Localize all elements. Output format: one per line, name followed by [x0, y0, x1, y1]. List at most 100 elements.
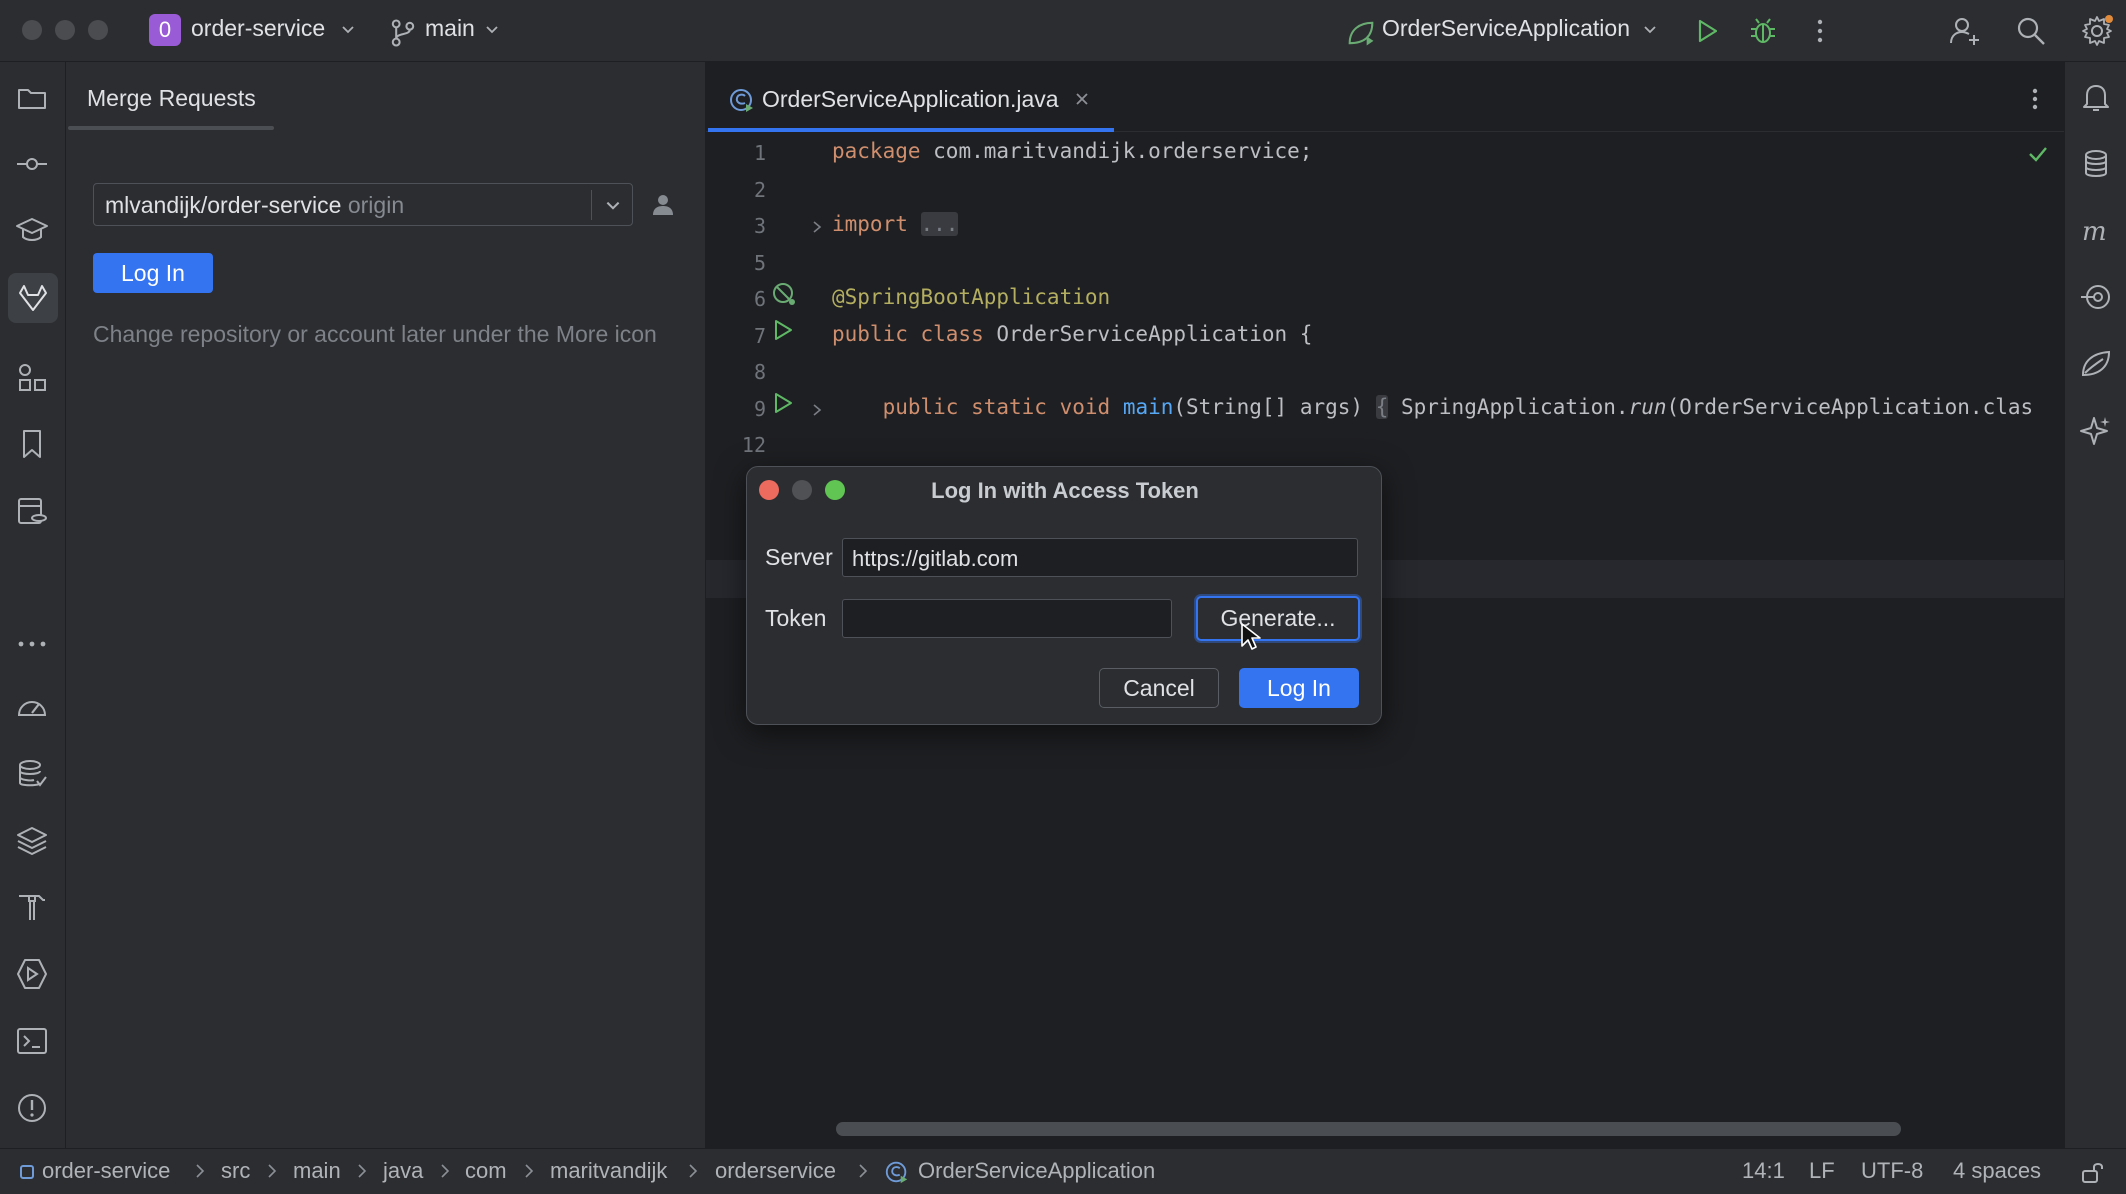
repository-remote: origin: [347, 192, 405, 218]
run-icon[interactable]: [1690, 14, 1724, 48]
run-gutter-icon[interactable]: [770, 317, 796, 343]
select-divider: [591, 190, 592, 220]
code-line[interactable]: package com.maritvandijk.orderservice;: [832, 139, 1312, 163]
breadcrumb-item[interactable]: order-service: [42, 1158, 170, 1184]
breadcrumb-item[interactable]: com: [465, 1158, 507, 1184]
database-icon[interactable]: [2079, 147, 2113, 181]
repository-name: mlvandijk/order-service: [105, 192, 342, 218]
editor-tab-bar: OrderServiceApplication.java: [706, 62, 2064, 132]
status-bar: order-service src main java com maritvan…: [0, 1148, 2126, 1194]
run-config-name: OrderServiceApplication: [1382, 15, 1631, 41]
code-line[interactable]: public class OrderServiceApplication {: [832, 322, 1312, 346]
repository-select[interactable]: mlvandijk/order-service origin: [93, 183, 633, 226]
line-number: 3: [753, 214, 766, 238]
breadcrumb-item[interactable]: OrderServiceApplication: [918, 1158, 1155, 1184]
fold-chevron-icon[interactable]: [810, 403, 824, 417]
search-icon[interactable]: [2014, 14, 2048, 48]
panel-tab-indicator: [68, 126, 274, 130]
structure-icon[interactable]: [15, 361, 49, 395]
ai-assistant-icon[interactable]: [2079, 414, 2113, 448]
tab-label: OrderServiceApplication.java: [762, 86, 1059, 112]
spring-icon[interactable]: [2079, 347, 2113, 381]
merge-requests-panel: Merge Requests mlvandijk/order-service o…: [66, 62, 706, 1148]
settings-gear-icon[interactable]: [2080, 14, 2114, 48]
panel-title: Merge Requests: [87, 85, 256, 111]
chevron-right-icon: [689, 1164, 698, 1178]
project-folder-icon[interactable]: [15, 81, 49, 115]
java-class-icon: [730, 89, 753, 112]
unlocked-icon[interactable]: [2080, 1159, 2106, 1185]
line-number: 12: [741, 433, 766, 457]
branch-icon: [391, 19, 415, 47]
breadcrumb-item[interactable]: maritvandijk: [550, 1158, 667, 1184]
indent-setting[interactable]: 4 spaces: [1953, 1158, 2041, 1184]
server-input[interactable]: https://gitlab.com: [842, 538, 1358, 577]
dialog-title: Log In with Access Token: [931, 478, 1199, 503]
login-button[interactable]: Log In: [93, 253, 213, 293]
chevron-down-icon: [486, 26, 498, 34]
debug-icon[interactable]: [1746, 14, 1780, 48]
services-icon[interactable]: [15, 494, 49, 528]
maven-icon[interactable]: m: [2079, 214, 2113, 248]
line-number: 6: [753, 287, 766, 311]
line-number: 9: [753, 397, 766, 421]
run-services-icon[interactable]: [15, 957, 49, 991]
line-number: 1: [753, 141, 766, 165]
gitlab-icon: [19, 285, 47, 311]
access-token-login-dialog: Log In with Access Token Server https://…: [746, 466, 1382, 725]
chevron-right-icon: [859, 1164, 868, 1178]
bookmarks-icon[interactable]: [15, 427, 49, 461]
chevron-down-icon: [342, 26, 354, 34]
breadcrumb-item[interactable]: main: [293, 1158, 341, 1184]
database-check-icon[interactable]: [15, 757, 49, 791]
breadcrumb-item[interactable]: src: [221, 1158, 250, 1184]
window-close-button[interactable]: [22, 20, 42, 40]
chevron-right-icon: [196, 1164, 205, 1178]
project-badge: 0: [149, 14, 181, 46]
add-user-icon[interactable]: [1948, 14, 1982, 48]
chevron-down-icon: [606, 201, 620, 210]
close-icon[interactable]: [1074, 91, 1090, 107]
caret-position[interactable]: 14:1: [1742, 1158, 1785, 1184]
line-ending[interactable]: LF: [1809, 1158, 1835, 1184]
dialog-login-button[interactable]: Log In: [1239, 668, 1359, 708]
token-input[interactable]: [842, 599, 1172, 638]
fold-chevron-icon[interactable]: [810, 220, 824, 234]
spring-bean-icon[interactable]: [770, 280, 798, 308]
chevron-right-icon: [268, 1164, 277, 1178]
breadcrumb-item[interactable]: java: [383, 1158, 423, 1184]
breadcrumb-item[interactable]: orderservice: [715, 1158, 836, 1184]
folded-imports: ...: [920, 212, 959, 236]
line-number: 5: [753, 251, 766, 275]
horizontal-scrollbar[interactable]: [836, 1122, 1901, 1136]
code-line[interactable]: import ...: [832, 212, 959, 236]
more-vertical-icon[interactable]: [2020, 84, 2050, 114]
code-line[interactable]: public static void main(String[] args) {…: [832, 395, 2033, 419]
mouse-cursor-icon: [1241, 623, 1261, 650]
account-hint: Change repository or account later under…: [93, 321, 657, 347]
run-gutter-icon[interactable]: [770, 390, 796, 416]
layers-icon[interactable]: [15, 824, 49, 858]
endpoints-icon[interactable]: [2079, 280, 2113, 314]
left-tool-window-bar: [0, 62, 66, 1189]
more-tool-windows-icon[interactable]: [15, 627, 49, 661]
learn-icon[interactable]: [15, 213, 49, 247]
file-encoding[interactable]: UTF-8: [1861, 1158, 1923, 1184]
window-zoom-button[interactable]: [88, 20, 108, 40]
terminal-icon[interactable]: [15, 1024, 49, 1058]
cancel-button[interactable]: Cancel: [1099, 668, 1219, 708]
chevron-down-icon: [1644, 26, 1656, 34]
module-icon: [20, 1165, 34, 1179]
problems-icon[interactable]: [15, 1091, 49, 1125]
build-hammer-icon[interactable]: [15, 890, 49, 924]
generate-token-button[interactable]: Generate...: [1196, 596, 1360, 641]
window-minimize-button[interactable]: [55, 20, 75, 40]
profiler-icon[interactable]: [15, 691, 49, 725]
more-vertical-icon[interactable]: [1803, 14, 1837, 48]
account-icon[interactable]: [648, 190, 678, 220]
commit-icon[interactable]: [15, 147, 49, 181]
notifications-icon[interactable]: [2079, 80, 2113, 114]
gitlab-tool-button[interactable]: [8, 273, 58, 323]
code-line[interactable]: @SpringBootApplication: [832, 285, 1110, 309]
svg-text:m: m: [2082, 217, 2107, 247]
